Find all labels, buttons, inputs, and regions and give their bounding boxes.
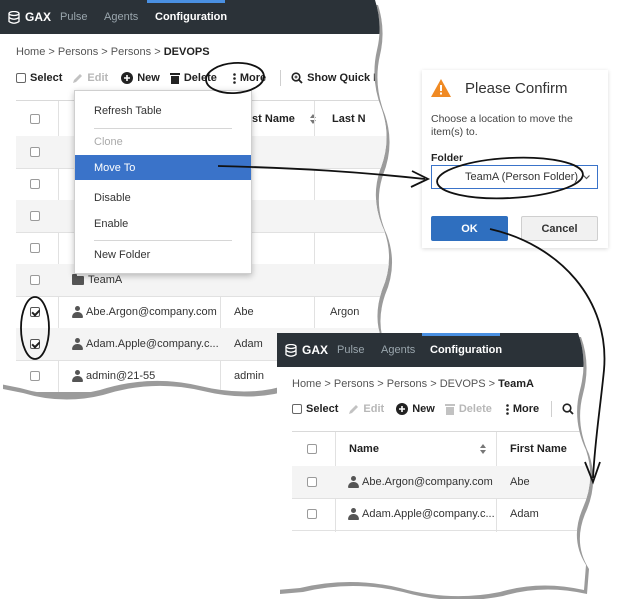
row-name[interactable]: Abe.Argon@company.com — [362, 476, 493, 488]
more-button[interactable]: More — [506, 403, 539, 415]
nav-agents[interactable]: Agents — [381, 333, 415, 367]
trash-icon — [445, 403, 455, 415]
select-button[interactable]: Select — [292, 403, 338, 415]
grid-header-row: Name First Name — [292, 432, 592, 467]
plus-circle-icon — [396, 403, 408, 415]
database-icon — [285, 344, 297, 357]
header-select-cell — [307, 432, 317, 466]
top-nav-bar: GAX Pulse Agents Configuration — [277, 333, 597, 367]
logo-text: GAX — [302, 343, 329, 357]
table-row[interactable]: Abe.Argon@company.com Abe — [292, 466, 592, 499]
toolbar: Select Edit New Delete More — [292, 401, 574, 417]
vertical-dots-icon — [506, 404, 509, 415]
select-checkbox[interactable] — [292, 404, 302, 414]
edit-label: Edit — [363, 403, 385, 415]
first-name-cell: Adam — [510, 508, 539, 520]
persons-grid: Name First Name Abe.Argon@company.com Ab… — [292, 431, 592, 532]
row-checkbox-cell — [307, 498, 317, 530]
new-button[interactable]: New — [396, 403, 435, 415]
right-panel: GAX Pulse Agents Configuration Home > Pe… — [277, 333, 597, 599]
delete-button: Delete — [445, 403, 492, 415]
select-all-checkbox[interactable] — [307, 444, 317, 454]
magnifier-icon — [562, 403, 574, 415]
more-label: More — [512, 403, 540, 415]
nav-configuration[interactable]: Configuration — [430, 333, 502, 367]
row-checkbox[interactable] — [307, 509, 317, 519]
column-first-name[interactable]: First Name — [510, 432, 567, 466]
sort-icon — [479, 444, 487, 454]
delete-label: Delete — [458, 403, 492, 415]
breadcrumb-persons[interactable]: Persons — [334, 378, 374, 390]
select-label: Select — [306, 403, 339, 415]
name-cell: Abe.Argon@company.com — [348, 466, 493, 498]
breadcrumb: Home > Persons > Persons > DEVOPS > Team… — [292, 378, 534, 390]
nav-pulse[interactable]: Pulse — [337, 333, 365, 367]
pencil-icon — [348, 404, 359, 415]
quick-filter-button[interactable] — [562, 403, 574, 415]
breadcrumb-current: TeamA — [498, 378, 534, 390]
edit-button: Edit — [348, 403, 384, 415]
person-icon — [348, 508, 359, 520]
name-cell: Adam.Apple@company.c... — [348, 498, 495, 530]
first-name-cell: Abe — [510, 476, 530, 488]
breadcrumb-devops[interactable]: DEVOPS — [440, 378, 486, 390]
breadcrumb-home[interactable]: Home — [292, 378, 321, 390]
gax-logo[interactable]: GAX — [285, 333, 328, 367]
table-row[interactable]: Adam.Apple@company.c... Adam — [292, 498, 592, 531]
person-icon — [348, 476, 359, 488]
row-checkbox-cell — [307, 466, 317, 498]
breadcrumb-persons-2[interactable]: Persons — [387, 378, 427, 390]
column-name[interactable]: Name — [349, 432, 487, 466]
row-checkbox[interactable] — [307, 477, 317, 487]
new-label: New — [412, 403, 435, 415]
row-name[interactable]: Adam.Apple@company.c... — [362, 508, 495, 520]
name-header: Name — [349, 443, 379, 455]
toolbar-divider — [551, 401, 552, 417]
